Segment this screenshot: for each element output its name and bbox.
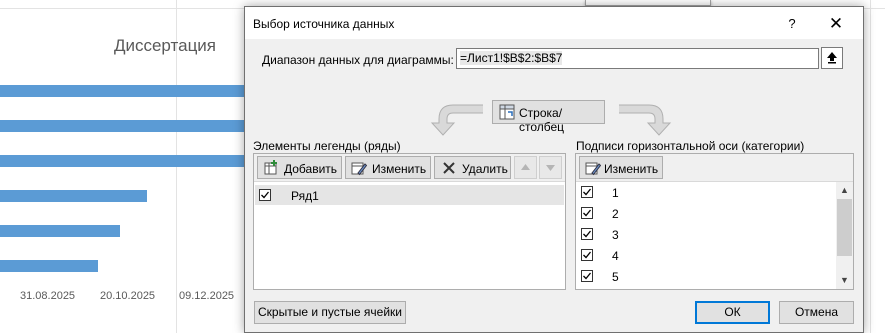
category-row[interactable]: 5: [577, 266, 835, 287]
chevron-up-icon: ▲: [840, 185, 849, 195]
category-label: 2: [612, 207, 619, 221]
legend-series-panel: Добавить Изменить Удалить Ряд1: [253, 153, 566, 290]
edit-icon: [351, 162, 367, 176]
range-label: Диапазон данных для диаграммы:: [262, 53, 454, 67]
category-label: 5: [612, 270, 619, 284]
edit-icon: [585, 162, 601, 176]
checkmark-icon: [583, 251, 592, 259]
chart-bar: [0, 190, 147, 202]
series-row[interactable]: Ряд1: [255, 185, 564, 205]
chart-bar: [0, 260, 98, 272]
close-button[interactable]: ✕: [821, 13, 851, 35]
grid-line: [870, 0, 871, 333]
help-button[interactable]: ?: [777, 13, 807, 35]
dialog-title: Выбор источника данных: [253, 17, 395, 31]
chart-bar: [0, 120, 245, 132]
remove-icon: [443, 162, 455, 174]
series-checkbox[interactable]: [259, 189, 271, 201]
category-row[interactable]: 3: [577, 224, 835, 245]
collapse-arrow-icon: [827, 52, 837, 64]
move-down-icon: [546, 165, 555, 171]
legend-toolbar: Добавить Изменить Удалить: [254, 154, 565, 182]
move-up-button[interactable]: [514, 156, 537, 179]
move-down-button[interactable]: [539, 156, 562, 179]
remove-series-label: Удалить: [462, 162, 508, 176]
switch-row-column-label: Строка/столбец: [519, 106, 565, 134]
axis-toolbar: Изменить: [576, 154, 853, 182]
chart-bar: [0, 155, 245, 167]
checkmark-icon: [583, 209, 592, 217]
curved-arrow-right-icon: [619, 104, 672, 136]
close-icon: ✕: [828, 14, 844, 33]
scroll-down-button[interactable]: ▼: [836, 272, 853, 289]
category-label: 4: [612, 249, 619, 263]
category-checkbox[interactable]: [581, 249, 593, 261]
category-checkbox[interactable]: [581, 228, 593, 240]
category-checkbox[interactable]: [581, 186, 593, 198]
remove-series-button[interactable]: Удалить: [434, 156, 511, 179]
category-row[interactable]: 2: [577, 203, 835, 224]
axis-panel-title: Подписи горизонтальной оси (категории): [576, 139, 805, 153]
cancel-button[interactable]: Отмена: [779, 301, 854, 324]
dialog-titlebar[interactable]: Выбор источника данных ? ✕: [245, 7, 863, 39]
add-series-button[interactable]: Добавить: [257, 156, 342, 179]
x-tick-label: 09.12.2025: [179, 290, 235, 302]
category-scrollbar[interactable]: ▲ ▼: [836, 182, 853, 289]
hidden-empty-cells-button[interactable]: Скрытые и пустые ячейки: [254, 301, 406, 324]
ok-button[interactable]: ОК: [695, 301, 770, 324]
category-checkbox[interactable]: [581, 207, 593, 219]
add-icon: [264, 160, 277, 175]
checkmark-icon: [261, 191, 270, 199]
scroll-up-button[interactable]: ▲: [836, 182, 853, 199]
collapse-dialog-button[interactable]: [821, 47, 843, 69]
curved-arrow-left-icon: [430, 104, 483, 136]
edit-axis-labels-button[interactable]: Изменить: [579, 156, 663, 179]
chart-bar: [0, 225, 120, 237]
move-up-icon: [521, 164, 530, 170]
chart-bar: [0, 85, 245, 97]
edit-axis-labels-label: Изменить: [604, 162, 659, 176]
edit-series-button[interactable]: Изменить: [345, 156, 431, 179]
scroll-thumb[interactable]: [837, 199, 852, 256]
switch-row-column-icon: [499, 104, 515, 120]
chart-title: Диссертация: [113, 36, 217, 55]
add-series-label: Добавить: [284, 162, 338, 176]
category-row[interactable]: 1: [577, 182, 835, 203]
series-label: Ряд1: [291, 189, 319, 203]
category-row[interactable]: 4: [577, 245, 835, 266]
switch-row-column-button[interactable]: Строка/столбец: [492, 100, 605, 134]
category-checkbox[interactable]: [581, 270, 593, 282]
select-data-source-dialog: Выбор источника данных ? ✕ Диапазон данн…: [244, 6, 864, 333]
category-label: 1: [612, 186, 619, 200]
category-label: 3: [612, 228, 619, 242]
axis-labels-panel: Изменить 1 2 3 4 5 ▲ ▼: [575, 153, 854, 290]
chevron-down-icon: ▼: [840, 275, 849, 285]
checkmark-icon: [583, 188, 592, 196]
edit-series-label: Изменить: [372, 162, 427, 176]
data-range-input[interactable]: =Лист1!$B$2:$B$7: [456, 48, 819, 69]
legend-panel-title: Элементы легенды (ряды): [253, 139, 401, 153]
checkmark-icon: [583, 230, 592, 238]
x-tick-label: 20.10.2025: [100, 290, 156, 302]
x-tick-label: 31.08.2025: [20, 290, 76, 302]
checkmark-icon: [583, 272, 592, 280]
data-range-value: =Лист1!$B$2:$B$7: [460, 51, 563, 65]
